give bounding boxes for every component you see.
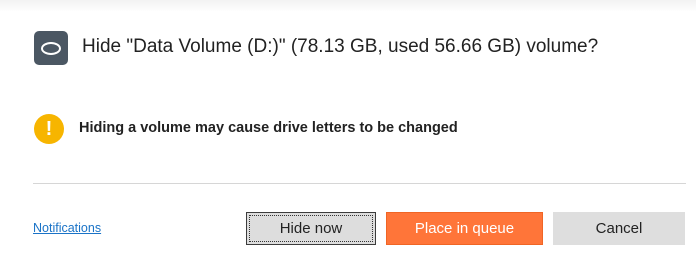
hide-now-button[interactable]: Hide now — [246, 212, 376, 245]
dialog-title: Hide "Data Volume (D:)" (78.13 GB, used … — [82, 36, 599, 57]
warning-message: Hiding a volume may cause drive letters … — [79, 120, 458, 136]
dialog-top-border — [0, 0, 696, 12]
notifications-link[interactable]: Notifications — [33, 221, 101, 235]
hide-volume-dialog: Hide "Data Volume (D:)" (78.13 GB, used … — [0, 0, 696, 259]
cancel-button[interactable]: Cancel — [553, 212, 685, 245]
volume-ring-shape — [41, 41, 61, 55]
exclamation-icon: ! — [34, 114, 64, 144]
disk-volume-icon — [34, 31, 68, 65]
exclamation-glyph: ! — [45, 118, 53, 140]
footer-divider — [33, 183, 686, 184]
place-in-queue-button[interactable]: Place in queue — [386, 212, 543, 245]
